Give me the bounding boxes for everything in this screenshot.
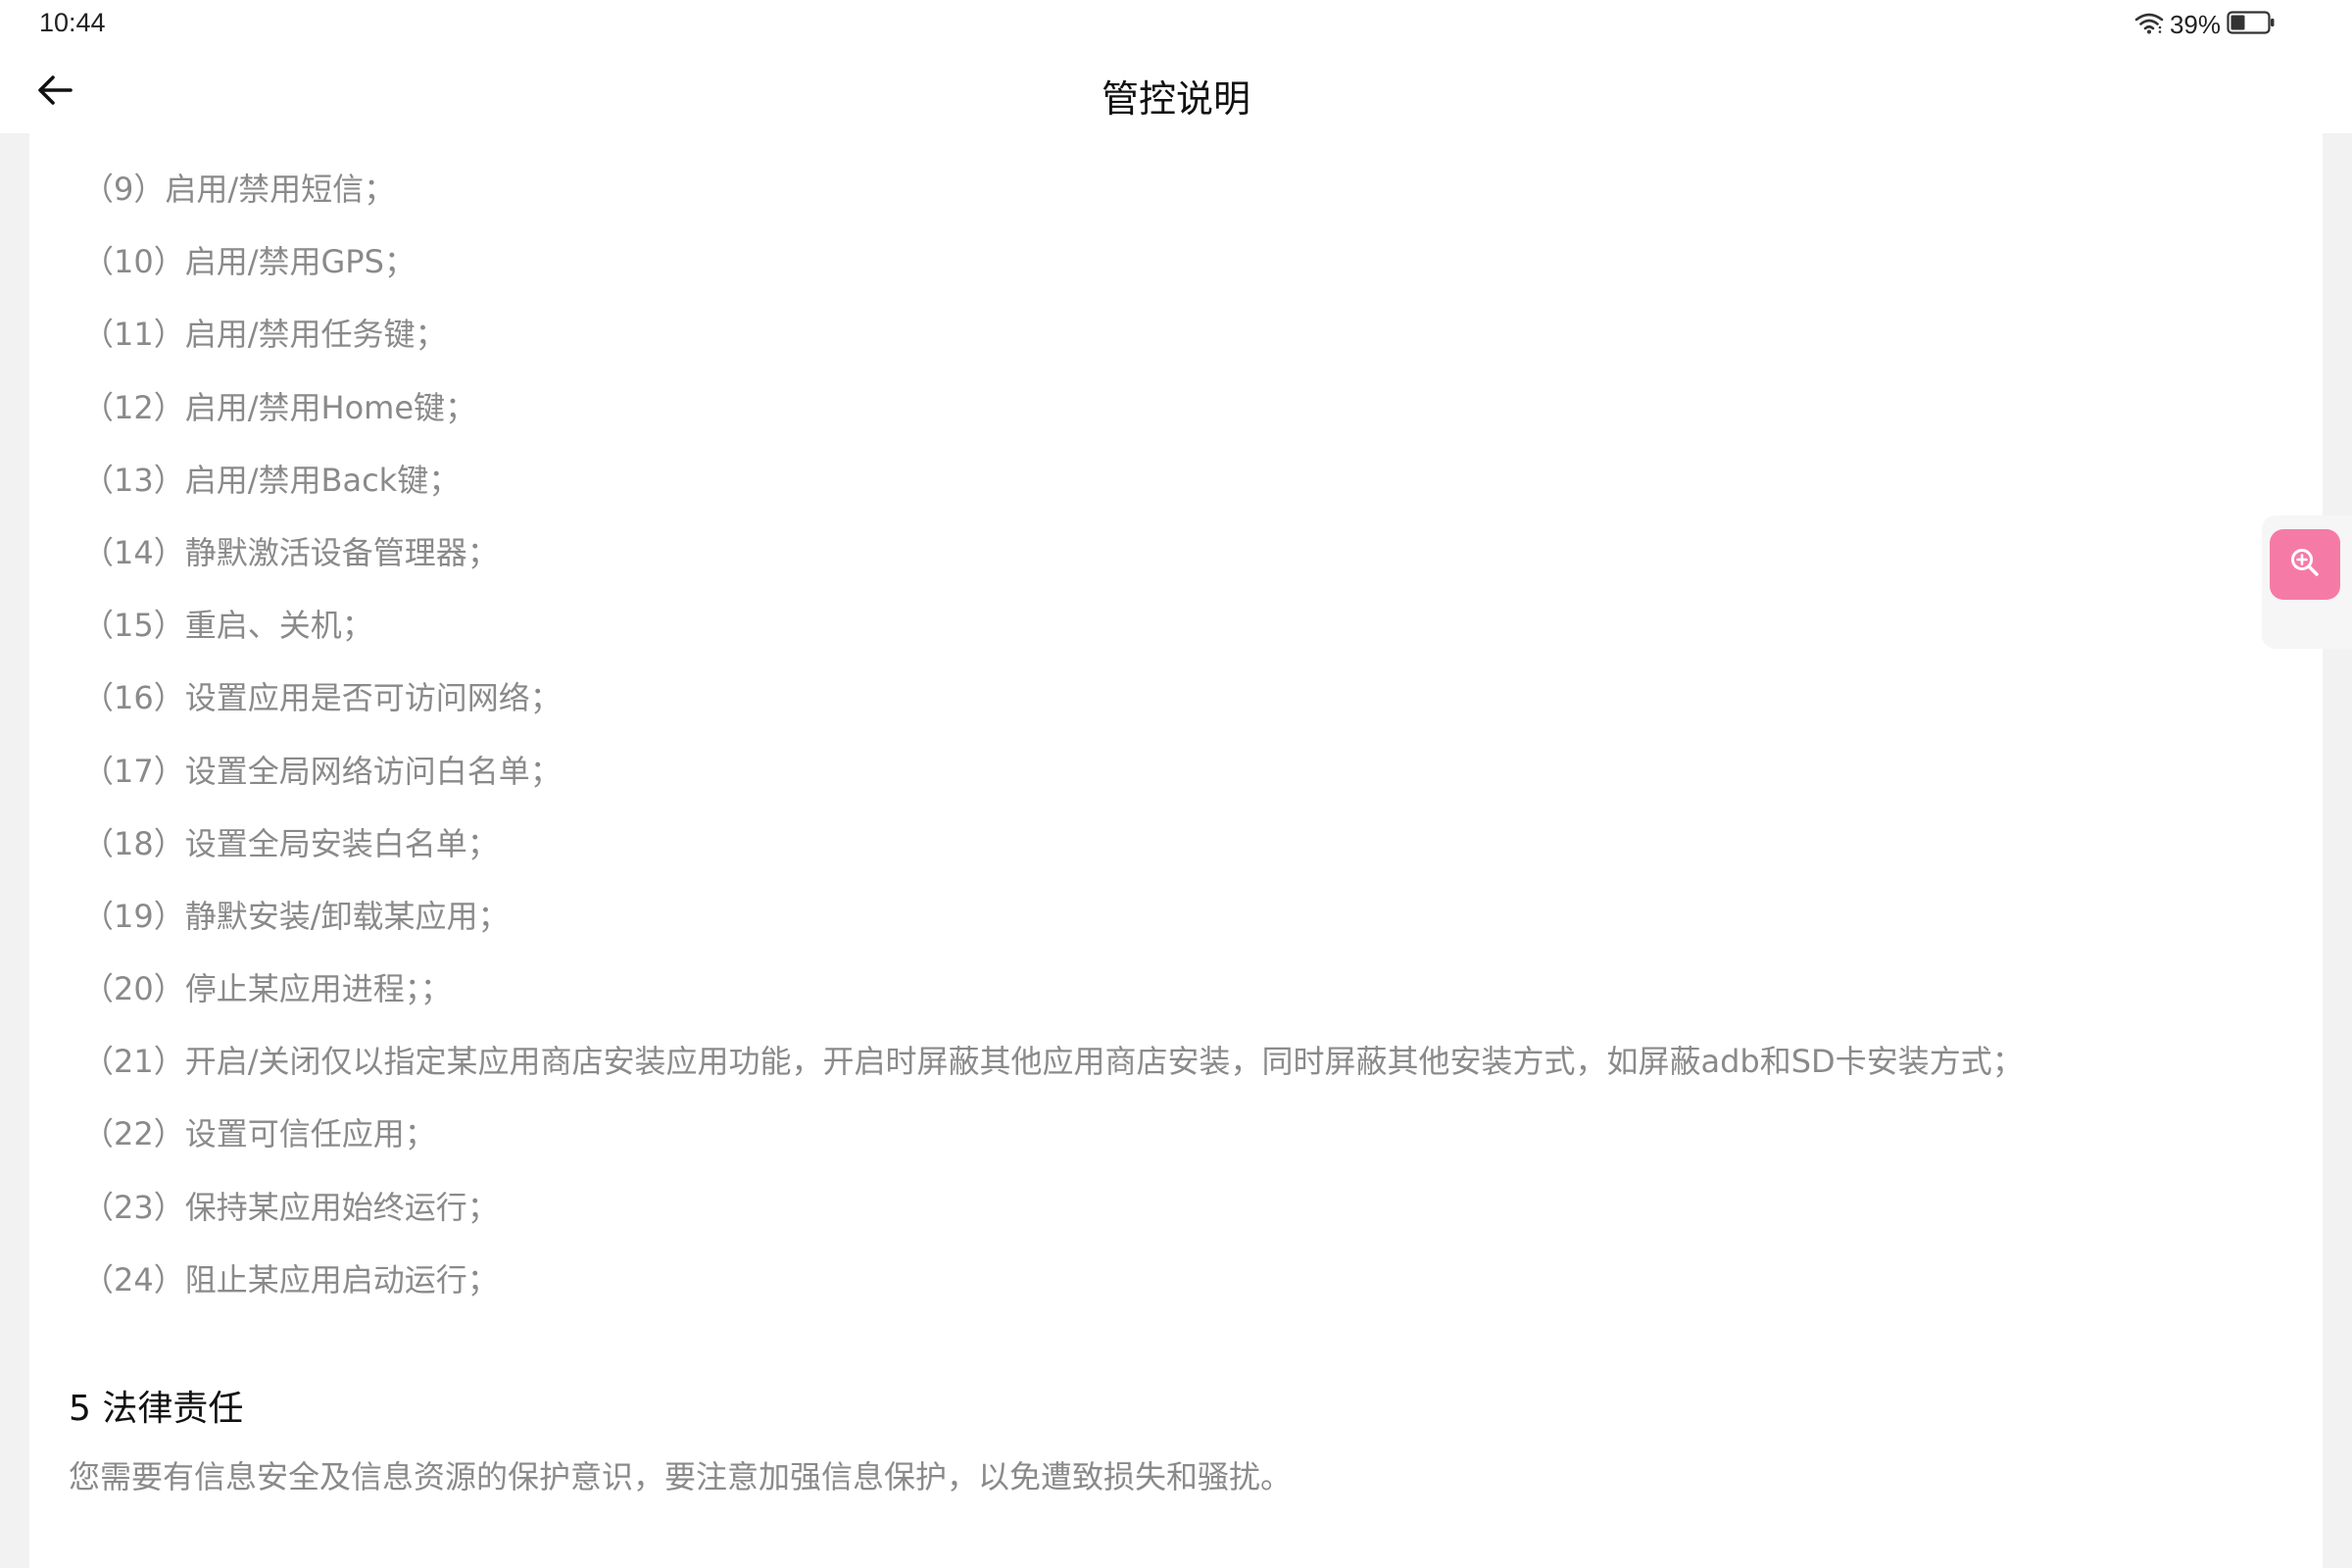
list-item: （21）开启/关闭仅以指定某应用商店安装应用功能，开启时屏蔽其他应用商店安装，同… <box>82 1043 2024 1081</box>
status-time: 10:44 <box>39 8 106 37</box>
battery-percent: 39% <box>2169 9 2221 39</box>
list-item: （20）停止某应用进程；； <box>82 970 452 1008</box>
list-item: （24）阻止某应用启动运行； <box>82 1260 499 1298</box>
list-item: （9）启用/禁用短信； <box>82 171 396 208</box>
app-header: 管控说明 <box>0 51 2352 133</box>
status-indicators: 39% <box>2134 8 2276 41</box>
list-item: （10）启用/禁用GPS； <box>82 243 416 281</box>
list-item: （11）启用/禁用任务键； <box>82 316 447 354</box>
list-item: （18）设置全局安装白名单； <box>82 824 499 862</box>
list-item: （15）重启、关机； <box>82 607 373 645</box>
control-feature-list: （9）启用/禁用短信； （10）启用/禁用GPS； （11）启用/禁用任务键； … <box>82 153 2024 1316</box>
list-item: （14）静默激活设备管理器； <box>82 533 499 571</box>
list-item: （22）设置可信任应用； <box>82 1115 436 1153</box>
zoom-in-icon <box>2288 546 2322 583</box>
list-item: （13）启用/禁用Back键； <box>82 461 461 499</box>
list-item: （17）设置全局网络访问白名单； <box>82 752 562 790</box>
section-title-legal: 5 法律责任 <box>69 1389 244 1429</box>
list-item: （12）启用/禁用Home键； <box>82 388 477 426</box>
list-item: （23）保持某应用始终运行； <box>82 1188 499 1226</box>
page-title: 管控说明 <box>1101 77 1250 121</box>
content-card: （9）启用/禁用短信； （10）启用/禁用GPS； （11）启用/禁用任务键； … <box>29 133 2323 1568</box>
list-item: （16）设置应用是否可访问网络； <box>82 679 562 717</box>
zoom-button[interactable] <box>2270 529 2340 600</box>
wifi-icon <box>2134 11 2164 38</box>
screen: 10:44 39% 管控说明 （9）启用/禁用短信； （10）启用/禁用GPS；… <box>0 0 2352 1568</box>
list-item: （19）静默安装/卸载某应用； <box>82 897 510 935</box>
status-bar: 10:44 39% <box>0 0 2352 51</box>
battery-icon <box>2227 10 2276 39</box>
section-body-legal: 您需要有信息安全及信息资源的保护意识，要注意加强信息保护，以免遭致损失和骚扰。 <box>69 1458 1293 1495</box>
